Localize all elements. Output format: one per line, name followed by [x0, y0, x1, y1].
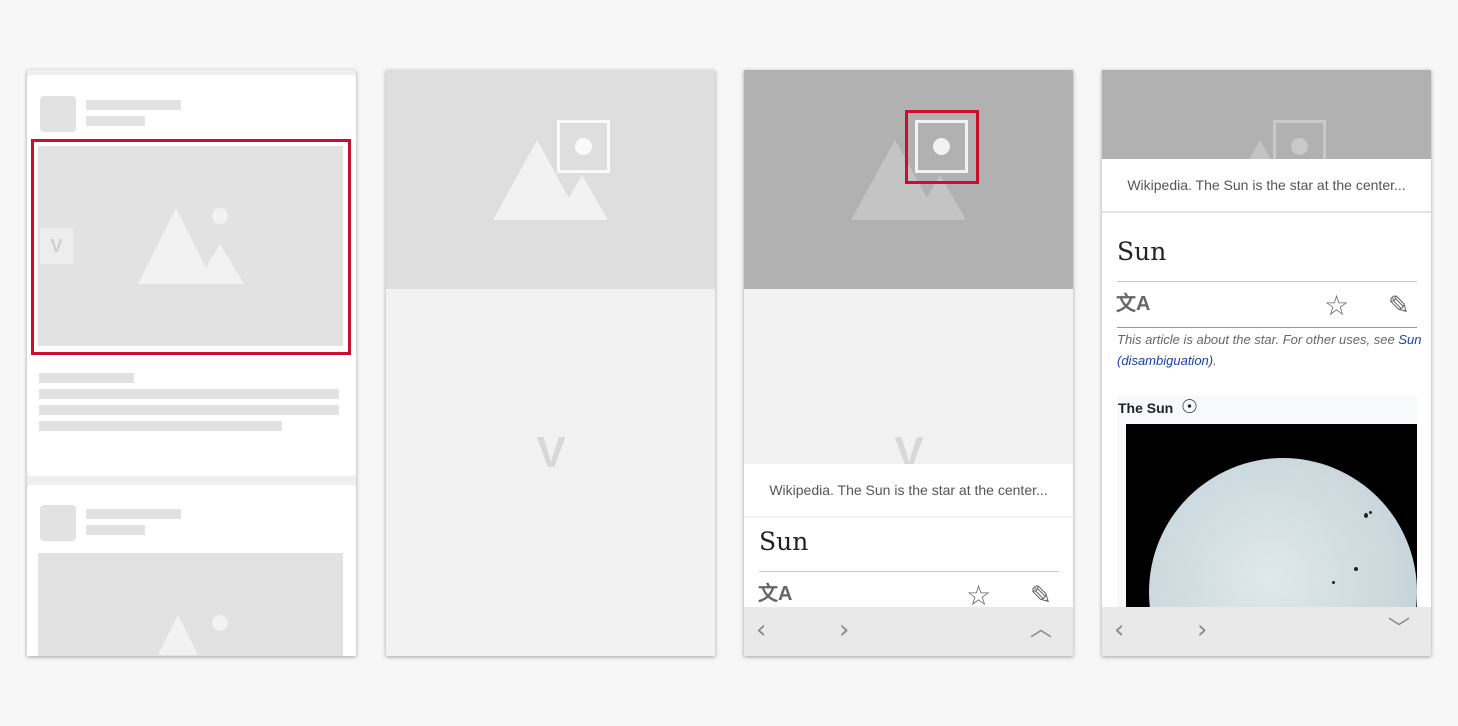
text-line-placeholder	[39, 373, 134, 383]
edit-icon[interactable]: ✎	[1030, 582, 1052, 608]
star-icon[interactable]: ☆	[966, 582, 991, 610]
divider	[1102, 211, 1431, 213]
back-icon[interactable]: ‹	[756, 617, 766, 643]
language-icon[interactable]: 文A	[758, 584, 792, 604]
text-line-placeholder	[86, 116, 145, 126]
vigilant-logo-icon: V	[536, 428, 566, 477]
text-line-placeholder	[39, 421, 282, 431]
language-icon[interactable]: 文A	[1116, 294, 1150, 314]
sun-dot-icon	[212, 615, 228, 631]
phone-screen-feed-loading: V	[27, 70, 356, 656]
edit-icon[interactable]: ✎	[1388, 292, 1410, 318]
selection-highlight	[905, 110, 979, 184]
infobox-title: The Sun	[1118, 400, 1174, 416]
divider	[759, 571, 1059, 572]
divider	[1117, 327, 1417, 328]
sun-symbol-icon: ☉	[1181, 397, 1199, 418]
article-title: Sun	[1117, 237, 1167, 266]
mountain-icon	[158, 615, 198, 655]
avatar-placeholder	[40, 96, 76, 132]
chevron-down-icon[interactable]: ﹀	[1388, 619, 1410, 641]
text-line-placeholder	[39, 405, 339, 415]
feed-card-placeholder	[27, 485, 356, 656]
article-title: Sun	[759, 527, 809, 556]
image-placeholder	[38, 553, 343, 656]
hatnote-text: This article is about the star. For othe…	[1117, 332, 1399, 347]
avatar-placeholder	[40, 505, 76, 541]
phone-screen-article: Wikipedia. The Sun is the star at the ce…	[1102, 70, 1431, 656]
bottom-toolbar: ‹ › ﹀	[1102, 607, 1431, 656]
selection-highlight	[31, 139, 351, 355]
phone-screen-image-expand: V	[386, 70, 715, 656]
chevron-up-icon[interactable]: ︿	[1030, 619, 1052, 641]
source-caption: Wikipedia. The Sun is the star at the ce…	[1102, 159, 1431, 211]
star-icon[interactable]: ☆	[1324, 292, 1349, 320]
forward-icon[interactable]: ›	[839, 617, 849, 643]
divider	[1117, 281, 1417, 282]
image-placeholder-header	[386, 70, 715, 289]
text-line-placeholder	[86, 525, 145, 535]
mountain-icon	[556, 175, 608, 220]
hatnote-end: .	[1213, 353, 1217, 368]
text-line-placeholder	[39, 389, 339, 399]
source-caption: Wikipedia. The Sun is the star at the ce…	[744, 464, 1073, 516]
bottom-toolbar: ‹ › ︿	[744, 607, 1073, 656]
phone-screen-article-opening: V Wikipedia. The Sun is the star at the …	[744, 70, 1073, 656]
image-frame-icon	[557, 120, 610, 173]
text-line-placeholder	[86, 509, 181, 519]
image-frame-icon	[1273, 120, 1326, 160]
hatnote: This article is about the star. For othe…	[1117, 329, 1422, 371]
back-icon[interactable]: ‹	[1114, 617, 1124, 643]
forward-icon[interactable]: ›	[1197, 617, 1207, 643]
image-header	[1102, 70, 1431, 160]
text-line-placeholder	[86, 100, 181, 110]
